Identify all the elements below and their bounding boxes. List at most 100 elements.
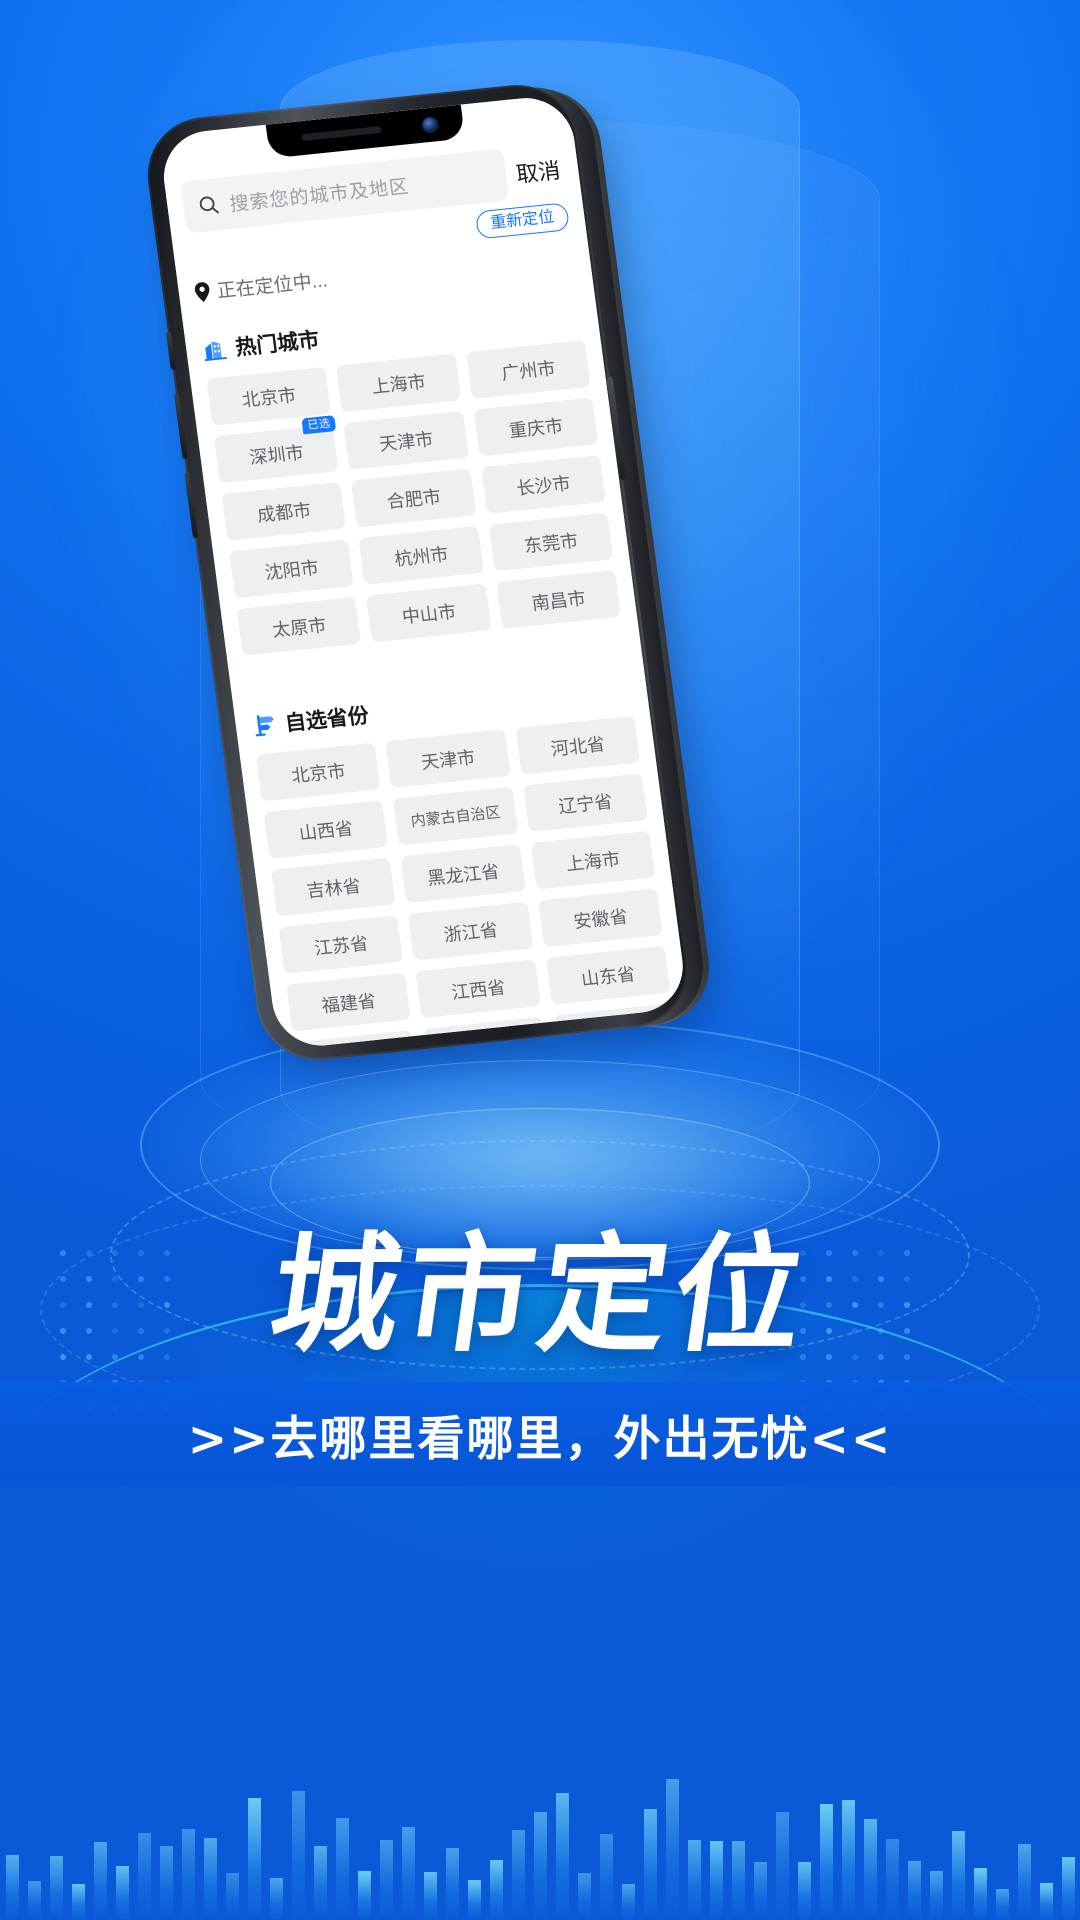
city-chip-label: 河北省 (549, 733, 606, 759)
equalizer-bars (0, 1720, 1080, 1920)
promo-subtitle-bar: >>去哪里看哪里，外出无忧<< (0, 1382, 1080, 1486)
city-chip-label: 深圳市 (248, 442, 305, 468)
city-chip[interactable]: 广州市 (465, 340, 591, 399)
equalizer-bar (270, 1877, 283, 1920)
equalizer-bar (864, 1819, 877, 1920)
equalizer-bar (732, 1840, 745, 1920)
city-chip[interactable]: 成都市 (221, 481, 347, 541)
equalizer-bar (688, 1840, 701, 1920)
equalizer-bar (94, 1841, 107, 1920)
city-chip[interactable]: 山西省 (263, 800, 389, 859)
promo-headline: 城市定位 (261, 1221, 819, 1370)
city-chip[interactable]: 杭州市 (358, 525, 484, 585)
equalizer-bar (710, 1841, 723, 1920)
signpost-icon (250, 712, 277, 738)
city-chip[interactable]: 上海市 (336, 353, 461, 413)
equalizer-bar (72, 1883, 85, 1920)
city-chip-label: 南昌市 (530, 587, 587, 614)
city-chip[interactable]: 福建省 (286, 972, 412, 1032)
city-chip[interactable]: 沈阳市 (229, 539, 354, 599)
city-chip[interactable]: 江苏省 (278, 915, 404, 974)
city-chip-label: 太原市 (271, 614, 328, 640)
section-title: 自选省份 (283, 704, 371, 736)
equalizer-bar (512, 1830, 525, 1920)
city-chip[interactable]: 山东省 (545, 945, 671, 1005)
equalizer-bar (1062, 1856, 1075, 1920)
relocate-button[interactable]: 重新定位 (474, 202, 571, 240)
city-chip[interactable]: 浙江省 (408, 901, 534, 961)
equalizer-bar (182, 1828, 195, 1920)
equalizer-bar (160, 1845, 173, 1920)
city-chip[interactable]: 江西省 (415, 959, 541, 1019)
city-chip-label: 沈阳市 (263, 557, 320, 583)
city-chip[interactable]: 吉林省 (270, 857, 396, 917)
city-grid: 北京市 天津市 河北省山西省 内蒙古自治区 辽宁省吉林省 黑龙江省 上海市江苏省 浙江省 安徽省… (255, 715, 678, 1051)
selected-badge: 已选 (301, 415, 337, 435)
city-chip[interactable]: 上海市 (530, 830, 656, 890)
equalizer-bar (666, 1778, 679, 1920)
city-chip[interactable]: 安徽省 (537, 888, 663, 948)
city-chip-label: 上海市 (370, 371, 427, 397)
city-chip[interactable]: 北京市 (255, 742, 381, 802)
city-chip[interactable]: 天津市 (343, 410, 469, 470)
building-icon (204, 341, 227, 362)
city-chip-label: 辽宁省 (557, 791, 614, 817)
city-chip-label: 江西省 (450, 976, 507, 1003)
building-icon (201, 336, 228, 362)
city-chip[interactable]: 重庆市 (473, 397, 599, 457)
city-chip-label: 安徽省 (572, 906, 629, 932)
equalizer-bar (314, 1845, 327, 1920)
location-pin-icon (194, 281, 210, 302)
city-chip[interactable]: 合肥市 (351, 468, 477, 528)
city-chip-label: 北京市 (240, 384, 298, 410)
equalizer-bar (776, 1812, 789, 1920)
equalizer-bar (622, 1884, 635, 1920)
earpiece-speaker (301, 125, 382, 142)
city-chip-label: 杭州市 (393, 543, 450, 570)
equalizer-bar (468, 1880, 481, 1920)
equalizer-bar (490, 1860, 503, 1920)
city-chip[interactable]: 内蒙古自治区 (393, 786, 518, 846)
equalizer-bar (798, 1862, 811, 1920)
equalizer-bar (424, 1871, 437, 1920)
city-chip[interactable]: 黑龙江省 (400, 844, 526, 904)
equalizer-bar (138, 1833, 151, 1920)
equalizer-bar (292, 1791, 305, 1920)
city-chip[interactable]: 天津市 (385, 729, 511, 789)
city-chip-label: 上海市 (564, 848, 622, 874)
equalizer-bar (556, 1792, 569, 1920)
equalizer-bar (974, 1867, 987, 1920)
cancel-button[interactable]: 取消 (514, 153, 564, 189)
city-chip[interactable]: 河北省 (515, 715, 641, 775)
equalizer-bar (754, 1861, 767, 1920)
city-chip[interactable]: 河南省 (293, 1030, 419, 1051)
equalizer-bar (1018, 1844, 1031, 1920)
city-chip-label: 广州市 (500, 357, 557, 384)
city-chip[interactable]: 深圳市 已选 (213, 415, 339, 484)
city-chip-label: 江苏省 (312, 932, 370, 959)
equalizer-bar (842, 1799, 855, 1920)
city-chip-label: 东莞市 (522, 530, 580, 556)
section-title: 热门城市 (234, 328, 321, 360)
city-chip[interactable]: 东莞市 (488, 512, 614, 572)
equalizer-bar (336, 1817, 349, 1920)
city-chip-label: 山东省 (579, 963, 637, 989)
equalizer-bar (996, 1889, 1009, 1920)
equalizer-bar (358, 1871, 371, 1920)
city-chip[interactable]: 辽宁省 (522, 773, 648, 833)
equalizer-bar (886, 1838, 899, 1920)
phone-mute-switch[interactable] (165, 331, 176, 370)
city-chip-label: 北京市 (290, 760, 347, 786)
city-chip-label: 天津市 (378, 428, 435, 455)
city-chip-label: 天津市 (419, 746, 477, 773)
city-chip-label: 黑龙江省 (426, 861, 501, 889)
city-chip[interactable]: 长沙市 (480, 455, 606, 514)
signpost-icon (255, 715, 274, 737)
city-chip-label: 成都市 (255, 499, 313, 525)
equalizer-bar (534, 1812, 547, 1920)
equalizer-bar (600, 1834, 613, 1920)
equalizer-bar (930, 1871, 943, 1920)
city-grid: 北京市 上海市 广州市 深圳市 已选 天津市 重庆市 成都市 合肥市 长沙市 沈阳市 杭州市 东莞市 太原… (206, 340, 621, 656)
front-camera-icon (422, 117, 438, 133)
equalizer-bar (50, 1855, 63, 1920)
